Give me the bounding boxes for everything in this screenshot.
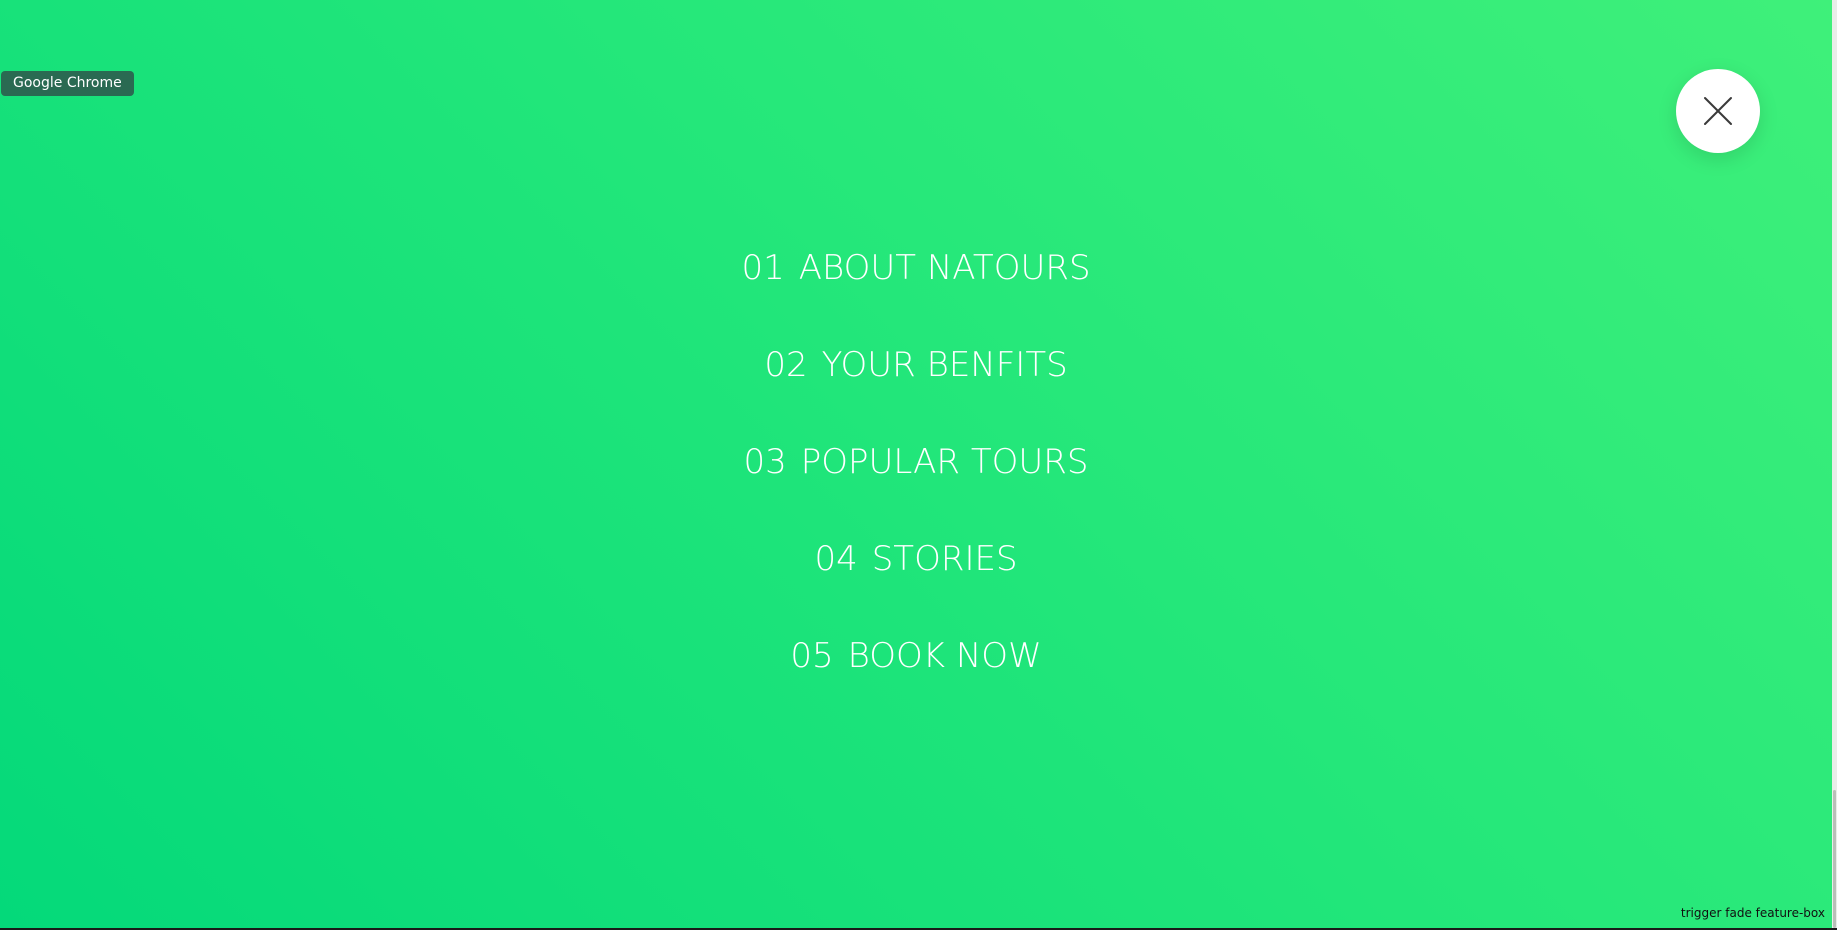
nav-item-book: 05 Book Now <box>0 624 1832 721</box>
nav-number: 02 <box>764 345 808 385</box>
close-icon <box>1704 97 1732 125</box>
scrollbar-thumb[interactable] <box>1833 790 1836 928</box>
nav-item-tours: 03 Popular Tours <box>0 430 1832 527</box>
close-navigation-button[interactable] <box>1676 69 1760 153</box>
nav-number: 01 <box>741 248 785 288</box>
nav-label: Popular Tours <box>800 442 1089 482</box>
browser-tooltip: Google Chrome <box>1 71 134 96</box>
nav-link-tours[interactable]: 03 Popular Tours <box>734 430 1099 494</box>
nav-label: Your Benfits <box>821 345 1068 385</box>
nav-number: 05 <box>790 636 834 676</box>
nav-label: About Natours <box>798 248 1091 288</box>
nav-number: 03 <box>743 442 787 482</box>
nav-number: 04 <box>814 539 858 579</box>
navigation-menu: 01 About Natours 02 Your Benfits 03 Popular… <box>0 236 1832 721</box>
nav-link-book[interactable]: 05 Book Now <box>780 624 1051 688</box>
nav-link-stories[interactable]: 04 Stories <box>804 527 1027 591</box>
nav-item-stories: 04 Stories <box>0 527 1832 624</box>
nav-label: Stories <box>871 539 1018 579</box>
status-text: trigger fade feature-box <box>1680 906 1825 920</box>
nav-item-about: 01 About Natours <box>0 236 1832 333</box>
nav-link-benefits[interactable]: 02 Your Benfits <box>754 333 1077 397</box>
nav-item-benefits: 02 Your Benfits <box>0 333 1832 430</box>
nav-link-about[interactable]: 01 About Natours <box>731 236 1100 300</box>
nav-label: Book Now <box>847 636 1042 676</box>
